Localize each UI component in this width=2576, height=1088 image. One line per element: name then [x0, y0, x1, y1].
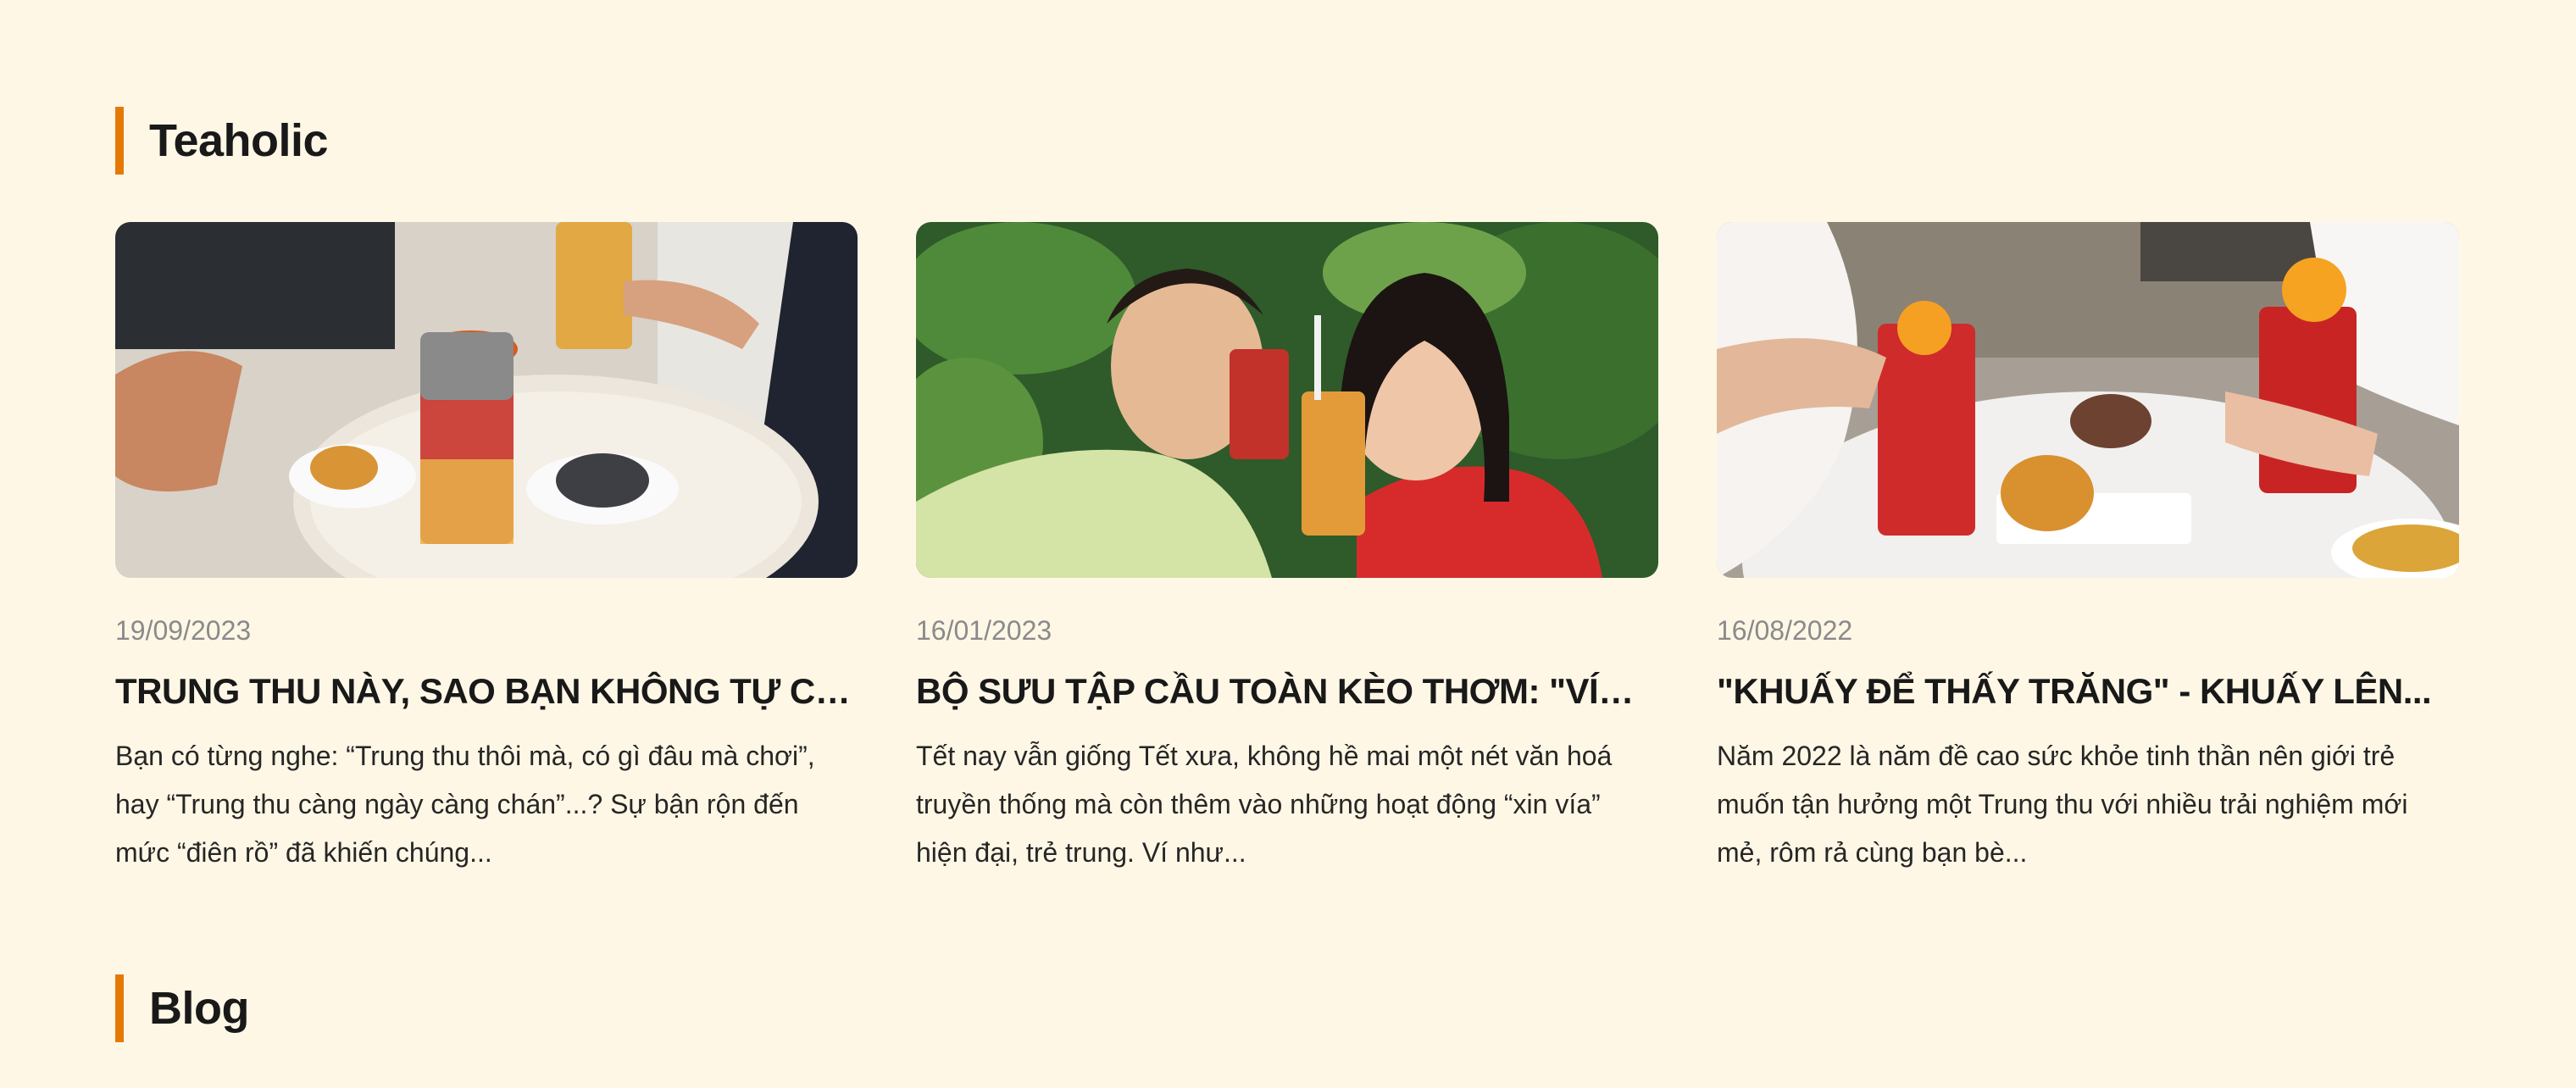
article-card[interactable]: 19/09/2023 TRUNG THU NÀY, SAO BẠN KHÔNG … — [115, 222, 858, 877]
article-date: 19/09/2023 — [115, 615, 252, 646]
article-card[interactable]: 16/01/2023 BỘ SƯU TẬP CẦU TOÀN KÈO THƠM:… — [916, 222, 1658, 877]
article-title[interactable]: TRUNG THU NÀY, SAO BẠN KHÔNG TỰ CH... — [115, 669, 858, 713]
article-excerpt: Năm 2022 là năm đề cao sức khỏe tinh thầ… — [1717, 741, 2408, 868]
section-title: Teaholic — [149, 115, 329, 166]
article-thumbnail[interactable] — [916, 222, 1658, 578]
heading-accent-bar — [115, 107, 124, 175]
section-heading-blog: Blog — [115, 974, 249, 1042]
article-card-list: 19/09/2023 TRUNG THU NÀY, SAO BẠN KHÔNG … — [115, 222, 2459, 877]
article-date: 16/01/2023 — [916, 615, 1052, 646]
red-tea-mooncake-image — [1717, 222, 2459, 578]
news-page: Teaholic 19/09/2023 TRUNG THU NÀY, SAO B… — [0, 0, 2576, 1088]
article-excerpt: Tết nay vẫn giống Tết xưa, không hề mai … — [916, 741, 1613, 868]
section-heading-teaholic: Teaholic — [115, 107, 329, 175]
article-date: 16/08/2022 — [1717, 615, 1853, 646]
section-title: Blog — [149, 983, 249, 1034]
article-thumbnail[interactable] — [115, 222, 858, 578]
tea-mooncake-table-image — [115, 222, 858, 578]
article-title[interactable]: BỘ SƯU TẬP CẦU TOÀN KÈO THƠM: "VÍA"... — [916, 669, 1658, 713]
article-excerpt: Bạn có từng nghe: “Trung thu thôi mà, có… — [115, 741, 815, 868]
article-card[interactable]: 16/08/2022 "KHUẤY ĐỂ THẤY TRĂNG" - KHUẤY… — [1717, 222, 2459, 877]
heading-accent-bar — [115, 974, 124, 1042]
article-thumbnail[interactable] — [1717, 222, 2459, 578]
couple-with-drinks-image — [916, 222, 1658, 578]
article-title[interactable]: "KHUẤY ĐỂ THẤY TRĂNG" - KHUẤY LÊN... — [1717, 669, 2459, 713]
